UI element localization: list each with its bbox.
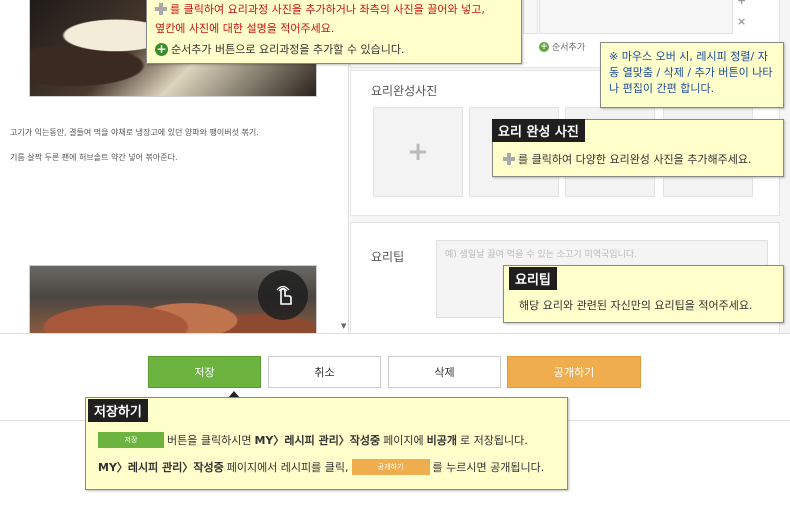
complete-photo-tooltip-line: 를 클릭하여 다양한 요리완성 사진을 추가해주세요. (503, 151, 752, 167)
plus-circle-icon: + (155, 41, 168, 56)
save-help-tooltip: 저장하기 저장 버튼을 클릭하시면 MY〉레시피 관리〉작성중 페이지에 비공개 로… (85, 397, 568, 490)
add-step-icon[interactable]: + (737, 0, 746, 7)
complete-photo-tooltip: 요리 완성 사진 를 클릭하여 다양한 요리완성 사진을 추가해주세요. (492, 119, 784, 177)
complete-photo-tooltip-title: 요리 완성 사진 (492, 119, 585, 142)
plus-icon (503, 153, 515, 165)
step-help-line-3: + 순서추가 버튼으로 요리과정을 추가할 수 있습니다. (155, 41, 513, 57)
mini-save-button: 저장 (98, 432, 164, 448)
step-help-text-2: 옆칸에 사진에 대한 설명을 적어주세요. (155, 22, 335, 35)
save-help-text-1e: 로 저장됩니다. (460, 434, 528, 447)
save-help-text-2c: 를 누르시면 공개됩니다. (432, 461, 545, 474)
delete-button[interactable]: 삭제 (388, 356, 501, 388)
save-help-text-1b: MY〉레시피 관리〉작성중 (254, 434, 381, 447)
add-step-label: 순서추가 (552, 43, 586, 53)
mini-publish-button: 공개하기 (351, 459, 430, 475)
save-help-tooltip-title: 저장하기 (88, 399, 148, 422)
complete-photo-tooltip-text: 를 클릭하여 다양한 요리완성 사진을 추가해주세요. (518, 153, 752, 166)
cancel-button[interactable]: 취소 (268, 356, 381, 388)
save-help-text-1c: 페이지에 (383, 434, 424, 447)
scroll-down-arrow[interactable]: ▼ (341, 322, 346, 330)
save-help-text-2a: MY〉레시피 관리〉작성중 (98, 461, 224, 474)
save-button[interactable]: 저장 (148, 356, 261, 388)
hover-help-tooltip: ※ 마우스 오버 시, 레시피 정렬/ 자동 열맞춤 / 삭제 / 추가 버튼이… (600, 42, 784, 108)
complete-photo-label: 요리완성사진 (371, 84, 438, 98)
recipe-tip-tooltip-text: 해당 요리와 관련된 자신만의 요리팁을 적어주세요. (519, 299, 753, 312)
recipe-tip-label: 요리팁 (371, 250, 405, 264)
recipe-tip-tooltip: 요리팁 해당 요리와 관련된 자신만의 요리팁을 적어주세요. (503, 265, 784, 323)
add-step-button[interactable]: + 순서추가 (539, 40, 585, 53)
step-help-line-1: 를 클릭하여 요리과정 사진을 추가하거나 좌측의 사진을 끌어와 넣고, (155, 1, 513, 17)
save-help-line-2: MY〉레시피 관리〉작성중 페이지에서 레시피를 클릭, 공개하기 를 누르시면… (98, 459, 544, 475)
step-help-tooltip: 를 클릭하여 요리과정 사진을 추가하거나 좌측의 사진을 끌어와 넣고, 옆칸… (146, 0, 522, 64)
plus-icon (155, 3, 167, 15)
save-help-text-1d: 비공개 (426, 434, 458, 447)
plus-circle-icon: + (539, 41, 549, 52)
preview-caption-2: 기름 살짝 두른 팬에 허브솔트 약간 넣어 볶아준다. (10, 153, 178, 162)
preview-caption-1: 고기가 익는동안, 결들여 먹을 야채로 냉장고에 있던 양파와 팽이버섯 볶기… (10, 128, 259, 137)
save-help-line-1: 저장 버튼을 클릭하시면 MY〉레시피 관리〉작성중 페이지에 비공개 로 저장됩니… (98, 432, 528, 448)
complete-photo-slot-1[interactable]: + (373, 107, 463, 197)
recipe-tip-tooltip-title: 요리팁 (509, 267, 557, 290)
touch-drag-icon (258, 270, 308, 320)
step-help-text-1: 를 클릭하여 요리과정 사진을 추가하거나 좌측의 사진을 끌어와 넣고, (170, 3, 485, 16)
step-description-field[interactable] (539, 0, 733, 34)
save-help-text-1a: 버튼을 클릭하시면 (167, 434, 252, 447)
step-photo-slot[interactable] (523, 0, 538, 34)
plus-icon: + (407, 137, 429, 167)
save-help-text-2b: 페이지에서 레시피를 클릭, (226, 461, 349, 474)
delete-step-icon[interactable]: × (737, 15, 746, 28)
step-help-text-3: 순서추가 버튼으로 요리과정을 추가할 수 있습니다. (171, 43, 405, 56)
publish-button[interactable]: 공개하기 (507, 356, 641, 388)
